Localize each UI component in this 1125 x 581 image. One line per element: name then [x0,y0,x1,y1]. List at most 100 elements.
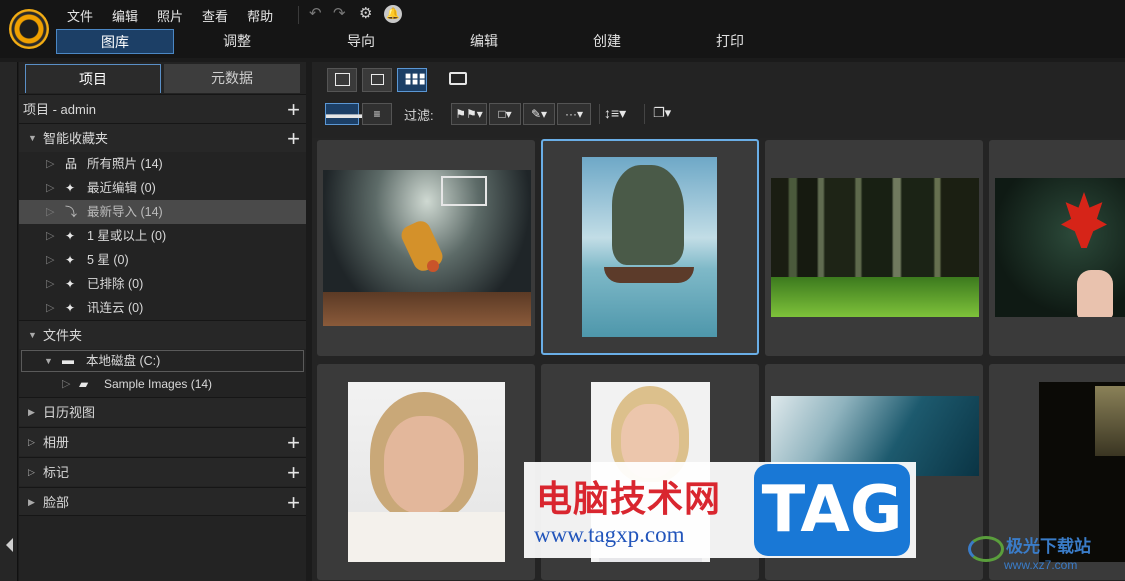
list-item[interactable]: ▷ ✦ 讯连云 (0) [19,296,306,320]
view-large-button[interactable] [327,68,357,92]
magic-wand-icon: ✦ [65,301,76,315]
hoop-backboard [441,176,487,206]
expand-right-icon: ▷ [28,437,35,447]
panel-collapse-strip[interactable] [0,62,18,581]
stack-dropdown-icon[interactable]: ❐▾ [653,105,671,121]
calendar-header[interactable]: ▶ 日历视图 [19,397,306,426]
hierarchy-icon: 品 [65,157,78,171]
drive-item[interactable]: ▼ ▬ 本地磁盘 (C:) [21,350,304,372]
site-logo-icon [968,536,1004,562]
magic-wand-icon: ✦ [65,277,76,291]
watermark-title: 电脑技术网 [536,479,722,520]
folders-header[interactable]: ▼ 文件夹 [19,320,306,349]
tab-edit[interactable]: 编辑 [425,29,543,54]
menu-photo[interactable]: 照片 [157,6,183,25]
folder-item[interactable]: ▷ ▰ Sample Images (14) [19,372,306,396]
project-header[interactable]: 项目 - admin + [19,94,306,123]
filter-bar: ▬▬▬ ≡ 过滤: ⚑⚑▾ □▾ ✎▾ ···▾ ↕≡▾ ❐▾ [312,100,1125,130]
collapse-arrow-icon[interactable] [6,538,13,552]
tab-print[interactable]: 打印 [671,29,789,54]
menu-edit[interactable]: 编辑 [112,6,138,25]
divider [644,104,645,124]
divider [599,104,600,124]
tab-library[interactable]: 图库 [56,29,174,54]
thumb-view-button[interactable]: ▬▬▬ [325,103,362,125]
menu-help[interactable]: 帮助 [247,6,273,25]
menu-view[interactable]: 查看 [202,6,228,25]
list-item[interactable]: ▷ ✦ 最近编辑 (0) [19,176,306,200]
tab-guided[interactable]: 导向 [302,29,420,54]
chevron-right-icon: ▷ [62,378,71,390]
chevron-right-icon: ▷ [46,206,55,218]
site-name: 极光下载站 [1006,537,1091,556]
list-item[interactable]: ▷ ✦ 1 星或以上 (0) [19,224,306,248]
albums-label: 相册 [43,435,70,450]
list-item-label: 最近编辑 (0) [87,181,156,195]
menu-bar: 文件 编辑 照片 查看 帮助 ↶ ↷ ⚙ 🔔 [0,0,1125,28]
sea-rock [612,165,684,265]
photo-cell-forest[interactable] [765,140,983,356]
edit-filter-dropdown[interactable]: ✎▾ [523,103,555,125]
rating-filter-dropdown[interactable]: □▾ [489,103,521,125]
photo-cell-smiling-woman[interactable] [317,364,535,580]
compare-view-icon[interactable] [449,72,467,85]
image-icon [335,73,350,86]
notification-bell-icon[interactable]: 🔔 [384,5,402,23]
tags-header[interactable]: ▷ 标记 + [19,457,306,486]
add-album-icon[interactable]: + [287,428,300,457]
photo-thumbnail [995,178,1125,317]
faces-label: 脸部 [43,495,70,510]
menu-divider [298,6,299,24]
faces-header[interactable]: ▶ 脸部 + [19,487,306,516]
list-item-label: 所有照片 (14) [87,157,163,171]
tab-metadata[interactable]: 元数据 [164,64,300,93]
albums-header[interactable]: ▷ 相册 + [19,427,306,456]
list-item-label: 1 星或以上 (0) [87,229,167,243]
magic-wand-icon: ✦ [65,181,76,195]
list-view-button[interactable]: ≡ [362,103,392,125]
longtail-boat [604,267,694,283]
project-header-label: 项目 - admin [23,102,96,117]
app-logo [9,9,49,49]
list-item[interactable]: ▷ 品 所有照片 (14) [19,152,306,176]
expand-down-icon: ▼ [28,133,37,143]
sort-dropdown-icon[interactable]: ↕≡▾ [604,105,626,122]
forest-grass [771,277,979,317]
watermark-badge: TAG [754,464,910,556]
add-project-icon[interactable]: + [287,95,300,124]
photo-cell-basketball-player[interactable] [317,140,535,356]
smart-collections-header[interactable]: ▼ 智能收藏夹 + [19,123,306,152]
smart-collections-label: 智能收藏夹 [43,131,109,146]
view-grid-button[interactable]: ■■■ ■■■ [397,68,427,92]
basketball [427,260,439,272]
tab-adjust[interactable]: 调整 [178,29,296,54]
list-item[interactable]: ▷ ⤵ 最新导入 (14) [19,200,306,224]
library-panel: 项目 元数据 项目 - admin + ▼ 智能收藏夹 + ▷ 品 所有照片 (… [19,62,306,581]
menu-file[interactable]: 文件 [67,6,93,25]
list-item-label: 已排除 (0) [87,277,144,291]
list-item-label: 5 星 (0) [87,253,129,267]
list-item[interactable]: ▷ ✦ 已排除 (0) [19,272,306,296]
add-smart-collection-icon[interactable]: + [287,124,300,153]
more-filter-dropdown[interactable]: ···▾ [557,103,591,125]
flag-filter-dropdown[interactable]: ⚑⚑▾ [451,103,487,125]
view-medium-button[interactable] [362,68,392,92]
undo-icon[interactable]: ↶ [309,5,322,23]
photo-cell-maple-leaf-hand[interactable] [989,140,1125,356]
tab-create[interactable]: 创建 [548,29,666,54]
expand-down-icon: ▼ [28,330,37,340]
photo-cell-sea-rock-boat[interactable] [541,139,759,355]
calendar-label: 日历视图 [43,405,96,420]
photo-thumbnail [771,178,979,317]
sweater [348,512,505,562]
maple-leaf [1061,192,1107,248]
folder-icon: ▰ [79,377,89,391]
expand-down-icon: ▼ [44,356,53,366]
list-item-label: 最新导入 (14) [87,205,163,219]
add-tag-icon[interactable]: + [287,458,300,487]
settings-gear-icon[interactable]: ⚙ [359,5,372,23]
tab-project[interactable]: 项目 [25,64,161,93]
list-item[interactable]: ▷ ✦ 5 星 (0) [19,248,306,272]
redo-icon[interactable]: ↷ [333,5,346,23]
add-face-icon[interactable]: + [287,488,300,517]
